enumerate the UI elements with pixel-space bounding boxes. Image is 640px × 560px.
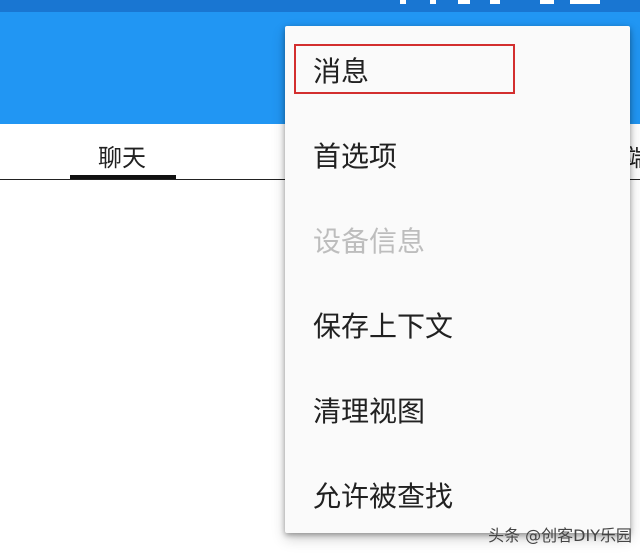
status-icon — [490, 0, 500, 4]
clock-text — [570, 0, 600, 4]
menu-item-messages[interactable]: 消息 — [285, 26, 630, 111]
status-icon — [400, 0, 406, 4]
menu-item-label: 允许被查找 — [313, 480, 454, 513]
overflow-menu: 消息 首选项 设备信息 保存上下文 清理视图 允许被查找 — [285, 26, 630, 533]
status-bar — [0, 0, 640, 12]
menu-item-label: 消息 — [313, 55, 370, 88]
tab-chat[interactable]: 聊天 — [98, 138, 146, 173]
status-icon — [430, 0, 436, 4]
menu-item-clear-view[interactable]: 清理视图 — [285, 366, 630, 451]
menu-item-label: 清理视图 — [313, 395, 426, 428]
menu-item-device-info: 设备信息 — [285, 196, 630, 281]
menu-item-preferences[interactable]: 首选项 — [285, 111, 630, 196]
clock-text — [540, 0, 554, 4]
watermark: 头条 @创客DIY乐园 — [488, 526, 632, 545]
menu-item-label: 设备信息 — [313, 225, 426, 258]
menu-item-save-context[interactable]: 保存上下文 — [285, 281, 630, 366]
menu-item-label: 保存上下文 — [313, 310, 454, 343]
battery-icon — [458, 0, 470, 4]
menu-item-label: 首选项 — [313, 140, 398, 173]
tab-indicator — [70, 175, 176, 179]
